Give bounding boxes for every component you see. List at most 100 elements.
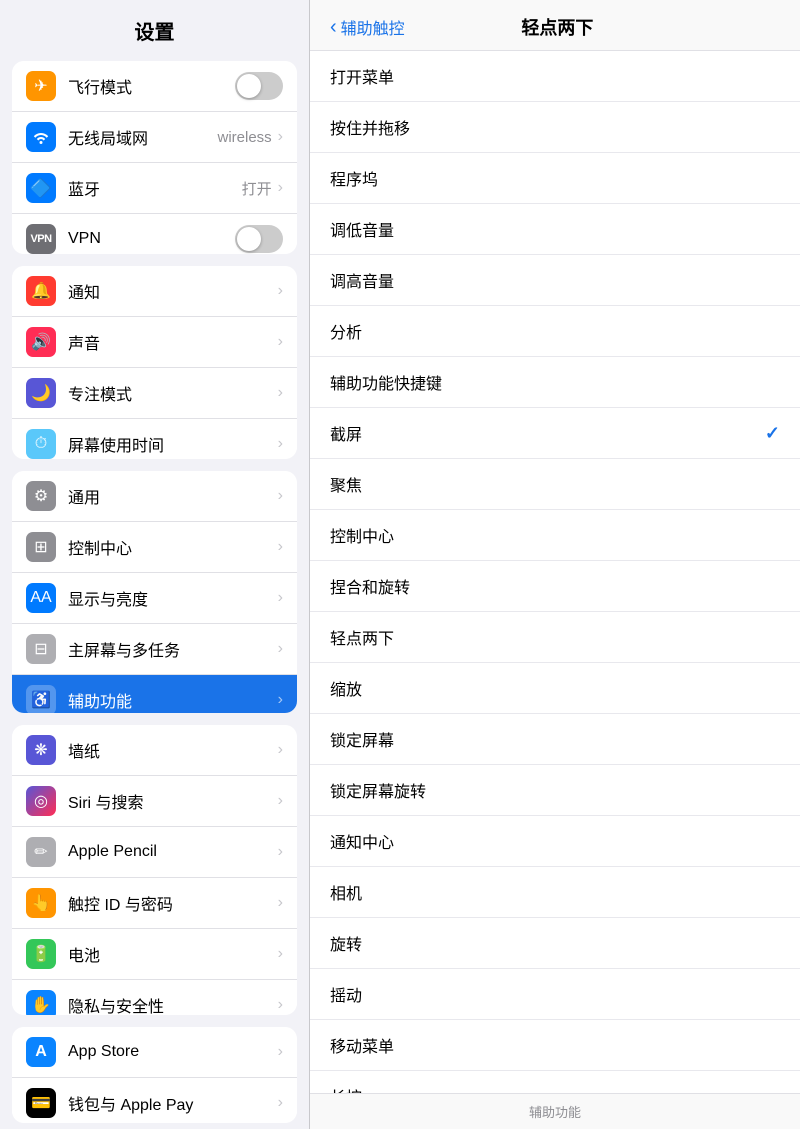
right-list-item-shortcut[interactable]: 辅助功能快捷键 <box>310 357 800 408</box>
right-list-item-shake[interactable]: 摇动 <box>310 969 800 1020</box>
right-list-item-open-menu[interactable]: 打开菜单 <box>310 51 800 102</box>
general-icon: ⚙ <box>26 481 56 511</box>
right-item-label-raise-volume: 调高音量 <box>330 268 780 292</box>
sidebar-item-vpn[interactable]: VPN VPN <box>12 214 297 254</box>
vpn-icon: VPN <box>26 224 56 254</box>
right-list-item-press-drag[interactable]: 按住并拖移 <box>310 102 800 153</box>
sidebar-group-notifications: 🔔 通知 › 🔊 声音 › 🌙 专注模式 › ⏱ 屏幕使用时间 › <box>12 266 297 459</box>
notification-icon: 🔔 <box>26 276 56 306</box>
right-list-item-lock-rotation[interactable]: 锁定屏幕旋转 <box>310 765 800 816</box>
sidebar-group-apps: ❋ 墙纸 › ◎ Siri 与搜索 › ✏ Apple Pencil › 👆 触… <box>12 725 297 1015</box>
right-item-label-lock-screen: 锁定屏幕 <box>330 727 780 751</box>
right-list-item-long-press[interactable]: 长按 <box>310 1071 800 1093</box>
screentime-icon: ⏱ <box>26 429 56 459</box>
right-item-label-long-press: 长按 <box>330 1084 780 1093</box>
right-list-item-focus[interactable]: 聚焦 <box>310 459 800 510</box>
right-list-item-analytics[interactable]: 分析 <box>310 306 800 357</box>
right-list-item-lock-screen[interactable]: 锁定屏幕 <box>310 714 800 765</box>
sidebar-label-wallet: 钱包与 Apple Pay <box>68 1091 278 1115</box>
sidebar-label-touchid: 触控 ID 与密码 <box>68 891 278 915</box>
sidebar-item-siri[interactable]: ◎ Siri 与搜索 › <box>12 776 297 827</box>
checkmark-screenshot: ✓ <box>765 423 780 444</box>
sidebar-item-applepencil[interactable]: ✏ Apple Pencil › <box>12 827 297 878</box>
sidebar-item-airplane[interactable]: ✈ 飞行模式 <box>12 61 297 112</box>
airplane-toggle[interactable] <box>235 72 283 100</box>
right-list-item-notification-center[interactable]: 通知中心 <box>310 816 800 867</box>
sidebar-label-siri: Siri 与搜索 <box>68 789 278 813</box>
sidebar-label-appstore: App Store <box>68 1043 278 1061</box>
sidebar-item-touchid[interactable]: 👆 触控 ID 与密码 › <box>12 878 297 929</box>
bluetooth-chevron: › <box>278 179 283 197</box>
right-panel: ‹ 辅助触控 轻点两下 打开菜单按住并拖移程序坞调低音量调高音量分析辅助功能快捷… <box>310 0 800 1129</box>
right-item-label-shortcut: 辅助功能快捷键 <box>330 370 780 394</box>
sidebar-group-store: A App Store › 💳 钱包与 Apple Pay › <box>12 1027 297 1123</box>
sidebar-label-bluetooth: 蓝牙 <box>68 176 242 200</box>
right-list-item-raise-volume[interactable]: 调高音量 <box>310 255 800 306</box>
right-item-label-program: 程序坞 <box>330 166 780 190</box>
sidebar-item-accessibility[interactable]: ♿ 辅助功能 › <box>12 675 297 713</box>
wifi-chevron: › <box>278 128 283 146</box>
right-list-item-rotate[interactable]: 旋转 <box>310 918 800 969</box>
sound-icon: 🔊 <box>26 327 56 357</box>
sidebar-title: 设置 <box>0 0 309 55</box>
sidebar-label-wallpaper: 墙纸 <box>68 738 278 762</box>
right-list-item-zoom[interactable]: 缩放 <box>310 663 800 714</box>
siri-icon: ◎ <box>26 786 56 816</box>
sidebar-label-vpn: VPN <box>68 230 235 248</box>
sidebar-label-airplane: 飞行模式 <box>68 74 235 98</box>
sidebar-label-notification: 通知 <box>68 279 278 303</box>
sidebar-item-bluetooth[interactable]: 🔷 蓝牙 打开 › <box>12 163 297 214</box>
right-item-label-screenshot: 截屏 <box>330 421 765 445</box>
sidebar: 设置 ✈ 飞行模式 无线局域网 wireless › 🔷 蓝牙 打开 › <box>0 0 310 1129</box>
sidebar-item-sound[interactable]: 🔊 声音 › <box>12 317 297 368</box>
controlcenter-icon: ⊞ <box>26 532 56 562</box>
sidebar-label-battery: 电池 <box>68 942 278 966</box>
sidebar-label-focus: 专注模式 <box>68 381 278 405</box>
sidebar-item-battery[interactable]: 🔋 电池 › <box>12 929 297 980</box>
sidebar-label-privacy: 隐私与安全性 <box>68 993 278 1015</box>
right-list-item-lower-volume[interactable]: 调低音量 <box>310 204 800 255</box>
vpn-toggle[interactable] <box>235 225 283 253</box>
back-label: 辅助触控 <box>341 15 405 39</box>
right-list-item-double-tap[interactable]: 轻点两下 <box>310 612 800 663</box>
right-list-item-move-menu[interactable]: 移动菜单 <box>310 1020 800 1071</box>
sidebar-item-notification[interactable]: 🔔 通知 › <box>12 266 297 317</box>
right-item-label-camera: 相机 <box>330 880 780 904</box>
wallet-icon: 💳 <box>26 1088 56 1118</box>
right-item-label-lower-volume: 调低音量 <box>330 217 780 241</box>
bluetooth-value: 打开 <box>242 178 272 199</box>
homescreen-icon: ⊟ <box>26 634 56 664</box>
touchid-icon: 👆 <box>26 888 56 918</box>
sidebar-item-screentime[interactable]: ⏱ 屏幕使用时间 › <box>12 419 297 459</box>
right-list-item-program[interactable]: 程序坞 <box>310 153 800 204</box>
sidebar-label-controlcenter: 控制中心 <box>68 535 278 559</box>
bluetooth-icon: 🔷 <box>26 173 56 203</box>
battery-icon: 🔋 <box>26 939 56 969</box>
right-list-item-control-center[interactable]: 控制中心 <box>310 510 800 561</box>
right-item-label-rotate: 旋转 <box>330 931 780 955</box>
sidebar-item-appstore[interactable]: A App Store › <box>12 1027 297 1078</box>
wifi-icon <box>26 122 56 152</box>
sidebar-item-display[interactable]: AA 显示与亮度 › <box>12 573 297 624</box>
sidebar-label-general: 通用 <box>68 484 278 508</box>
right-list-item-screenshot[interactable]: 截屏✓ <box>310 408 800 459</box>
focus-icon: 🌙 <box>26 378 56 408</box>
right-list-item-pinch-rotate[interactable]: 捏合和旋转 <box>310 561 800 612</box>
right-item-label-double-tap: 轻点两下 <box>330 625 780 649</box>
right-list-item-camera[interactable]: 相机 <box>310 867 800 918</box>
back-button[interactable]: ‹ 辅助触控 <box>330 15 405 39</box>
sidebar-item-general[interactable]: ⚙ 通用 › <box>12 471 297 522</box>
sidebar-item-focus[interactable]: 🌙 专注模式 › <box>12 368 297 419</box>
sidebar-item-wallpaper[interactable]: ❋ 墙纸 › <box>12 725 297 776</box>
appstore-icon: A <box>26 1037 56 1067</box>
sidebar-item-wallet[interactable]: 💳 钱包与 Apple Pay › <box>12 1078 297 1123</box>
sidebar-item-controlcenter[interactable]: ⊞ 控制中心 › <box>12 522 297 573</box>
right-panel-title: 轻点两下 <box>415 14 700 40</box>
right-header: ‹ 辅助触控 轻点两下 <box>310 0 800 51</box>
sidebar-label-sound: 声音 <box>68 330 278 354</box>
sidebar-item-privacy[interactable]: ✋ 隐私与安全性 › <box>12 980 297 1015</box>
sidebar-item-wifi[interactable]: 无线局域网 wireless › <box>12 112 297 163</box>
sidebar-item-homescreen[interactable]: ⊟ 主屏幕与多任务 › <box>12 624 297 675</box>
right-item-label-shake: 摇动 <box>330 982 780 1006</box>
back-chevron-icon: ‹ <box>330 17 337 37</box>
